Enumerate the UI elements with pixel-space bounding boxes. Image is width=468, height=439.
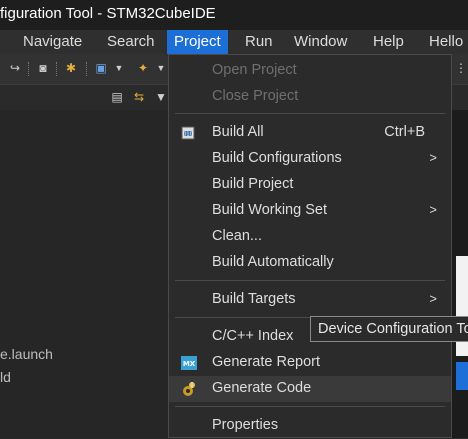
menu-separator — [175, 113, 445, 114]
menu-item-label: C/C++ Index — [212, 328, 294, 344]
tree-item-launch[interactable]: e.launch — [0, 346, 53, 362]
menu-item-label: Build All — [212, 124, 264, 140]
menu-item-label: Clean... — [212, 228, 262, 244]
editor-highlight — [456, 362, 468, 390]
menu-separator — [175, 280, 445, 281]
link-editor-icon[interactable]: ⇆ — [132, 90, 146, 104]
menu-search[interactable]: Search — [100, 30, 162, 54]
menu-item-generate-code[interactable]: Generate Code — [169, 376, 451, 402]
new-c-project-icon[interactable]: ▣ — [94, 61, 108, 75]
menu-item-build-project[interactable]: Build Project — [169, 172, 451, 198]
menu-item-label: Open Project — [212, 62, 297, 78]
toolbar-separator — [28, 62, 30, 76]
menu-item-label: Build Automatically — [212, 254, 334, 270]
chevron-right-icon: > — [429, 202, 437, 217]
title-bar: figuration Tool - STM32CubeIDE — [0, 0, 468, 30]
filter-icon[interactable]: ▼ — [154, 90, 168, 104]
menu-project[interactable]: Project — [167, 30, 228, 54]
menu-separator — [175, 406, 445, 407]
menu-item-label: Build Targets — [212, 291, 296, 307]
menu-item-build-working-set[interactable]: Build Working Set > — [169, 198, 451, 224]
shortcut-label: Ctrl+B — [384, 124, 425, 140]
project-menu: Open Project Close Project 010 Build All… — [168, 54, 452, 438]
chevron-right-icon: > — [429, 291, 437, 306]
build-all-icon: 010 — [181, 125, 197, 141]
project-explorer: e.launch ld — [0, 110, 170, 438]
tree-item-ld[interactable]: ld — [0, 369, 11, 385]
build-config-icon[interactable]: ✦ — [136, 61, 150, 75]
overflow-icon[interactable]: ⋮ — [454, 61, 468, 75]
device-config-icon[interactable]: ✱ — [64, 61, 78, 75]
redo-icon[interactable]: ↪ — [8, 61, 22, 75]
svg-text:010: 010 — [183, 132, 193, 138]
menu-item-build-all[interactable]: 010 Build All Ctrl+B — [169, 120, 451, 146]
chevron-right-icon: > — [429, 150, 437, 165]
svg-text:MX: MX — [183, 360, 196, 368]
menu-bar: Navigate Search Project Run Window Help … — [0, 30, 468, 54]
mx-icon: MX — [181, 355, 197, 371]
window-title: figuration Tool - STM32CubeIDE — [0, 5, 216, 22]
gear-wizard-icon — [181, 381, 197, 397]
toolbar-separator — [56, 62, 58, 76]
menu-item-label: Build Project — [212, 176, 294, 192]
menu-item-label: Generate Report — [212, 354, 321, 370]
debug-icon[interactable]: ◙ — [36, 61, 50, 75]
menu-help[interactable]: Help — [366, 30, 411, 54]
chevron-down-icon[interactable]: ▼ — [154, 61, 168, 75]
menu-item-label: Generate Code — [212, 380, 312, 396]
menu-item-close-project: Close Project — [169, 84, 451, 110]
toolbar-separator — [86, 62, 88, 76]
tooltip: Device Configuration Tool — [310, 316, 468, 342]
menu-hello[interactable]: Hello — [422, 30, 468, 54]
menu-item-build-targets[interactable]: Build Targets > — [169, 287, 451, 313]
chevron-down-icon[interactable]: ▼ — [112, 61, 126, 75]
menu-window[interactable]: Window — [287, 30, 354, 54]
menu-item-generate-report[interactable]: MX Generate Report — [169, 350, 451, 376]
menu-item-clean[interactable]: Clean... — [169, 224, 451, 250]
menu-item-build-automatically[interactable]: Build Automatically — [169, 250, 451, 276]
menu-item-label: Build Configurations — [212, 150, 342, 166]
menu-navigate[interactable]: Navigate — [16, 30, 89, 54]
menu-item-label: Build Working Set — [212, 202, 327, 218]
menu-run[interactable]: Run — [238, 30, 280, 54]
menu-item-label: Close Project — [212, 88, 299, 104]
menu-item-properties[interactable]: Properties — [169, 413, 451, 439]
collapse-all-icon[interactable]: ▤ — [110, 90, 124, 104]
menu-item-open-project: Open Project — [169, 58, 451, 84]
menu-item-label: Properties — [212, 417, 279, 433]
menu-item-build-configurations[interactable]: Build Configurations > — [169, 146, 451, 172]
